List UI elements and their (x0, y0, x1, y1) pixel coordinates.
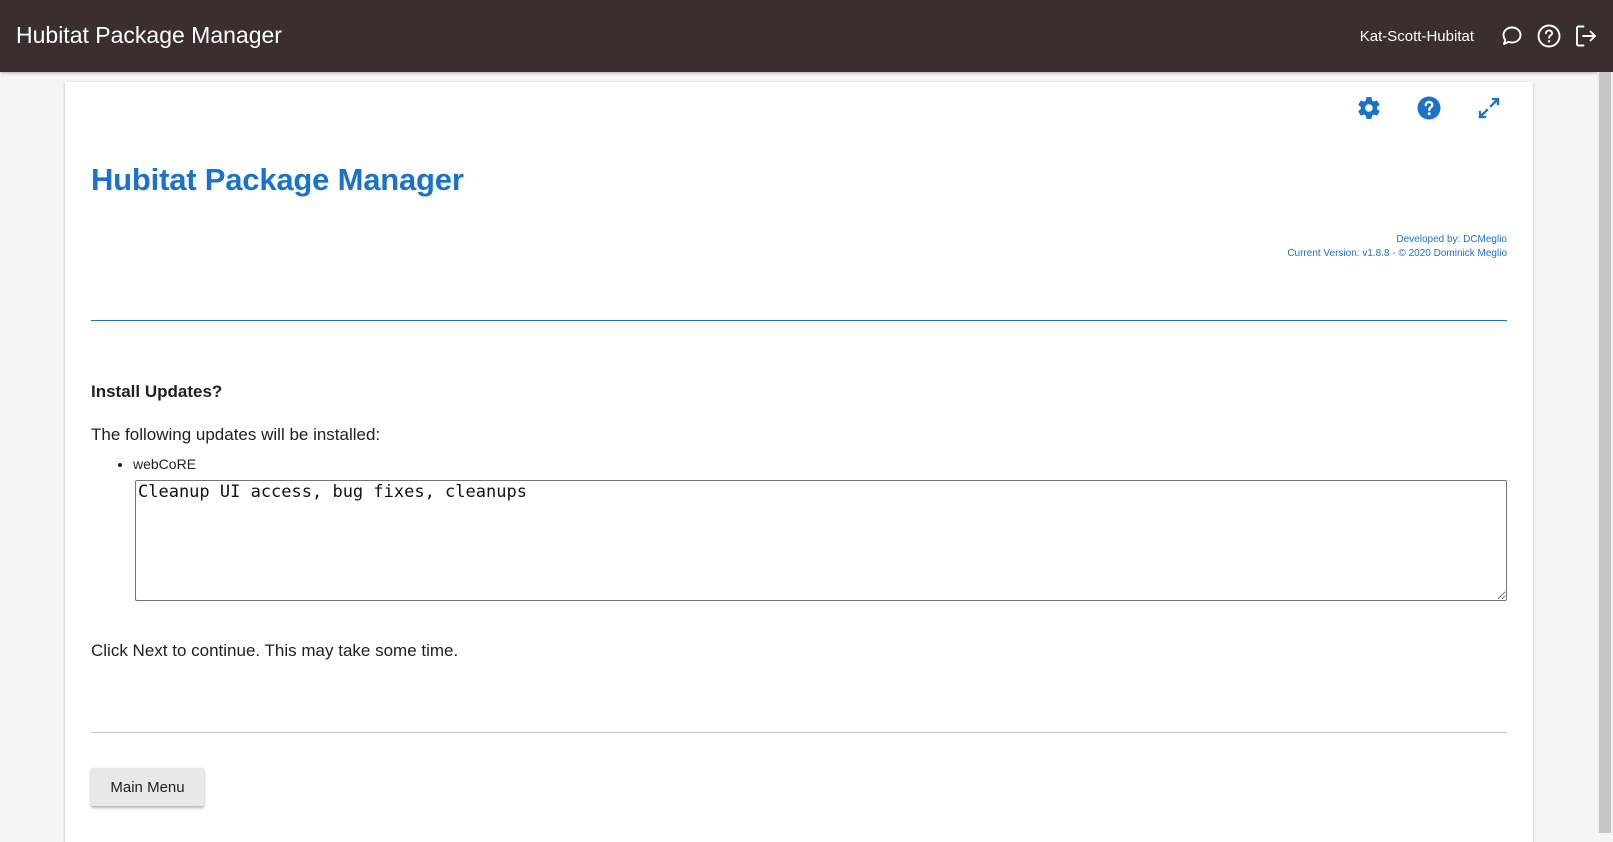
topbar-actions: Kat-Scott-Hubitat (1360, 0, 1599, 72)
logout-icon[interactable] (1573, 23, 1599, 49)
scrollbar[interactable] (1597, 72, 1613, 833)
hub-name: Kat-Scott-Hubitat (1359, 27, 1474, 45)
update-list: webCoRE (91, 456, 196, 472)
fullscreen-icon[interactable] (1475, 94, 1503, 122)
main-menu-button[interactable]: Main Menu (91, 768, 204, 806)
section-title: Install Updates? (91, 382, 223, 401)
main-card: Hubitat Package Manager Developed by: DC… (65, 82, 1533, 842)
continue-instruction: Click Next to continue. This may take so… (91, 641, 459, 660)
app-title: Hubitat Package Manager (16, 22, 282, 48)
credits: Developed by: DCMeglio Current Version: … (1287, 233, 1507, 261)
developer-credit: Developed by: DCMeglio (1396, 234, 1507, 245)
help-icon[interactable] (1415, 94, 1443, 122)
scrollbar-thumb[interactable] (1599, 72, 1611, 833)
card-toolbar (1323, 94, 1503, 122)
release-notes-textarea[interactable]: Cleanup UI access, bug fixes, cleanups (135, 480, 1507, 601)
list-item: webCoRE (133, 456, 196, 472)
gear-icon[interactable] (1355, 94, 1383, 122)
footer-divider (91, 732, 1507, 733)
page-title: Hubitat Package Manager (91, 162, 464, 197)
top-app-bar: Hubitat Package Manager Kat-Scott-Hubita… (0, 0, 1613, 72)
help-circle-icon[interactable] (1536, 23, 1562, 49)
version-credit: Current Version: v1.8.8 - © 2020 Dominic… (1287, 248, 1507, 259)
header-divider (91, 320, 1507, 321)
chat-icon[interactable] (1499, 23, 1525, 49)
updates-intro: The following updates will be installed: (91, 425, 381, 444)
